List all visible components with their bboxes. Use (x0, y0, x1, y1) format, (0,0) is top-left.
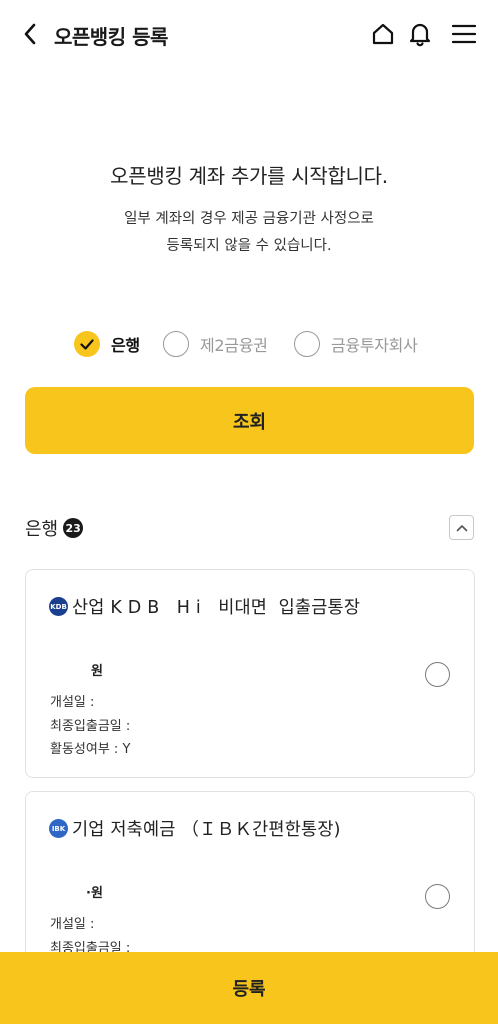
account-card[interactable]: KDB 산업 K D B H i 비대면 입출금통장 원 개설일 : 최종입출금… (25, 569, 475, 778)
account-title: KDB 산업 K D B H i 비대면 입출금통장 (49, 594, 360, 619)
last-transaction-date: 최종입출금일 : (50, 719, 131, 734)
account-name: 기업 저축예금 （ＩＢＫ간편한통장) (72, 820, 341, 840)
radio-checked-icon (74, 331, 100, 357)
hamburger-menu-icon (452, 24, 476, 44)
register-button[interactable]: 등록 (0, 952, 498, 1024)
back-arrow-icon (24, 23, 36, 45)
institution-type-filter: 은행 제2금융권 금융투자회사 (0, 328, 498, 360)
intro-desc-line: 등록되지 않을 수 있습니다. (166, 238, 332, 254)
intro-title: 오픈뱅킹 계좌 추가를 시작합니다. (110, 164, 388, 188)
account-name: 산업 K D B H i 비대면 입출금통장 (72, 598, 361, 618)
account-title: IBK 기업 저축예금 （ＩＢＫ간편한통장) (49, 816, 341, 841)
collapse-button[interactable] (449, 515, 474, 540)
ibk-logo-icon: IBK (49, 819, 68, 838)
page-title: 오픈뱅킹 등록 (54, 25, 168, 49)
filter-option-investment[interactable]: 금융투자회사 (294, 328, 418, 360)
intro-desc-line: 일부 계좌의 경우 제공 금융기관 사정으로 (124, 211, 374, 227)
radio-unchecked-icon (294, 331, 320, 357)
back-button[interactable] (16, 20, 44, 48)
home-icon (372, 23, 394, 45)
home-button[interactable] (368, 19, 398, 49)
notification-button[interactable] (405, 19, 435, 49)
filter-option-label: 제2금융권 (200, 336, 268, 355)
filter-option-label: 은행 (111, 336, 140, 355)
filter-option-second-tier[interactable]: 제2금융권 (163, 328, 268, 360)
intro-description: 일부 계좌의 경우 제공 금융기관 사정으로 등록되지 않을 수 있습니다. (0, 206, 498, 260)
account-balance: 원 (91, 664, 103, 679)
filter-option-bank[interactable]: 은행 (74, 328, 140, 360)
bell-icon (409, 23, 431, 47)
chevron-up-icon (456, 524, 467, 531)
opened-date: 개설일 : (50, 695, 95, 710)
activity-status: 활동성여부 : Y (50, 742, 131, 757)
radio-unchecked-icon (163, 331, 189, 357)
account-select-radio[interactable] (425, 662, 450, 687)
app-header: 오픈뱅킹 등록 (0, 0, 498, 68)
opened-date: 개설일 : (50, 917, 95, 932)
count-badge: 23 (63, 518, 84, 538)
bank-section-header: 은행 23 (25, 514, 84, 542)
search-button[interactable]: 조회 (25, 387, 474, 454)
filter-option-label: 금융투자회사 (331, 336, 418, 355)
menu-button[interactable] (449, 19, 479, 49)
account-select-radio[interactable] (425, 884, 450, 909)
kdb-logo-icon: KDB (49, 597, 68, 616)
account-balance: ·원 (86, 886, 103, 901)
section-title: 은행 (25, 519, 59, 540)
